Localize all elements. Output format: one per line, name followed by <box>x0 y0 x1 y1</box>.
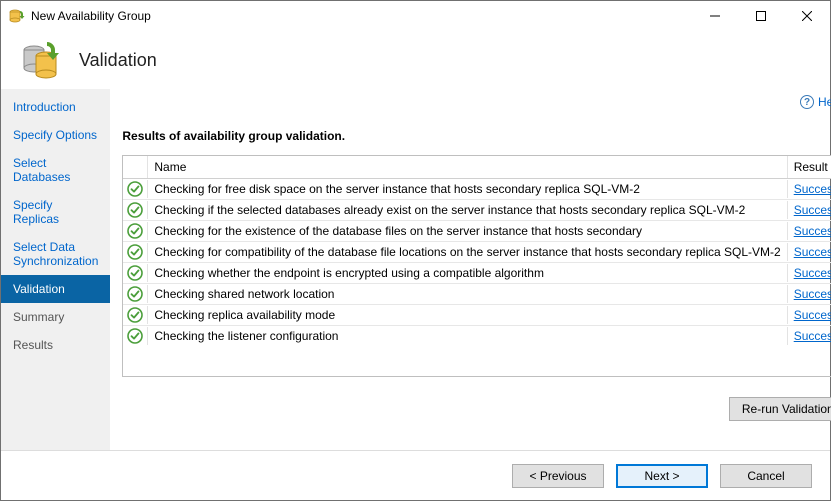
close-button[interactable] <box>784 1 830 31</box>
cancel-button[interactable]: Cancel <box>720 464 812 488</box>
previous-button[interactable]: < Previous <box>512 464 604 488</box>
nav-item-select-databases[interactable]: Select Databases <box>1 149 110 191</box>
validation-result: Success <box>788 222 831 240</box>
validation-name: Checking shared network location <box>147 285 787 303</box>
validation-row[interactable]: Checking shared network location Success <box>123 284 831 305</box>
wizard-window: New Availability Group <box>0 0 831 501</box>
result-link[interactable]: Success <box>794 203 831 217</box>
window-controls <box>692 1 830 31</box>
success-icon <box>123 200 147 220</box>
validation-result: Success <box>788 306 831 324</box>
success-icon <box>123 263 147 283</box>
validation-name: Checking for the existence of the databa… <box>147 222 787 240</box>
validation-icon <box>19 38 63 82</box>
results-subtitle: Results of availability group validation… <box>122 129 831 143</box>
validation-row[interactable]: Checking if the selected databases alrea… <box>123 200 831 221</box>
grid-header: Name Result <box>123 156 831 179</box>
validation-name: Checking for compatibility of the databa… <box>147 243 787 261</box>
nav-item-results: Results <box>1 331 110 359</box>
success-icon <box>123 305 147 325</box>
validation-result: Success <box>788 327 831 345</box>
result-link[interactable]: Success <box>794 182 831 196</box>
nav-sidebar: IntroductionSpecify OptionsSelect Databa… <box>1 89 110 450</box>
success-icon <box>123 284 147 304</box>
rerun-validation-button[interactable]: Re-run Validation <box>729 397 831 421</box>
success-icon <box>123 326 147 346</box>
nav-item-validation[interactable]: Validation <box>1 275 110 303</box>
validation-name: Checking the listener configuration <box>147 327 787 345</box>
validation-result: Success <box>788 201 831 219</box>
title-bar: New Availability Group <box>1 1 830 31</box>
validation-name: Checking whether the endpoint is encrypt… <box>147 264 787 282</box>
validation-row[interactable]: Checking for compatibility of the databa… <box>123 242 831 263</box>
app-icon <box>9 8 25 24</box>
result-link[interactable]: Success <box>794 308 831 322</box>
help-label: Help <box>818 95 831 109</box>
next-button[interactable]: Next > <box>616 464 708 488</box>
main-panel: ? Help Results of availability group val… <box>110 89 831 450</box>
nav-item-introduction[interactable]: Introduction <box>1 93 110 121</box>
validation-result: Success <box>788 243 831 261</box>
result-link[interactable]: Success <box>794 245 831 259</box>
result-link[interactable]: Success <box>794 287 831 301</box>
validation-name: Checking for free disk space on the serv… <box>147 180 787 198</box>
grid-empty-space <box>123 346 831 376</box>
success-icon <box>123 242 147 262</box>
validation-name: Checking replica availability mode <box>147 306 787 324</box>
nav-item-specify-options[interactable]: Specify Options <box>1 121 110 149</box>
help-link[interactable]: ? Help <box>800 95 831 109</box>
validation-row[interactable]: Checking the listener configuration Succe… <box>123 326 831 346</box>
nav-item-select-data-synchronization[interactable]: Select Data Synchronization <box>1 233 110 275</box>
result-link[interactable]: Success <box>794 329 831 343</box>
validation-grid: Name Result Checking for free disk space… <box>122 155 831 377</box>
result-link[interactable]: Success <box>794 224 831 238</box>
validation-result: Success <box>788 285 831 303</box>
validation-row[interactable]: Checking for free disk space on the serv… <box>123 179 831 200</box>
maximize-button[interactable] <box>738 1 784 31</box>
minimize-button[interactable] <box>692 1 738 31</box>
col-result-header[interactable]: Result <box>788 156 831 178</box>
validation-result: Success <box>788 264 831 282</box>
nav-item-summary: Summary <box>1 303 110 331</box>
success-icon <box>123 221 147 241</box>
success-icon <box>123 179 147 199</box>
wizard-header: Validation <box>1 31 830 89</box>
col-icon-header <box>123 156 147 178</box>
validation-name: Checking if the selected databases alrea… <box>147 201 787 219</box>
help-icon: ? <box>800 95 814 109</box>
validation-result: Success <box>788 180 831 198</box>
window-title: New Availability Group <box>31 9 151 23</box>
validation-row[interactable]: Checking for the existence of the databa… <box>123 221 831 242</box>
col-name-header[interactable]: Name <box>147 156 787 178</box>
validation-row[interactable]: Checking replica availability mode Succes… <box>123 305 831 326</box>
validation-row[interactable]: Checking whether the endpoint is encrypt… <box>123 263 831 284</box>
nav-item-specify-replicas[interactable]: Specify Replicas <box>1 191 110 233</box>
result-link[interactable]: Success <box>794 266 831 280</box>
page-title: Validation <box>79 50 157 71</box>
wizard-footer: < Previous Next > Cancel <box>1 450 830 500</box>
wizard-body: IntroductionSpecify OptionsSelect Databa… <box>1 89 830 450</box>
